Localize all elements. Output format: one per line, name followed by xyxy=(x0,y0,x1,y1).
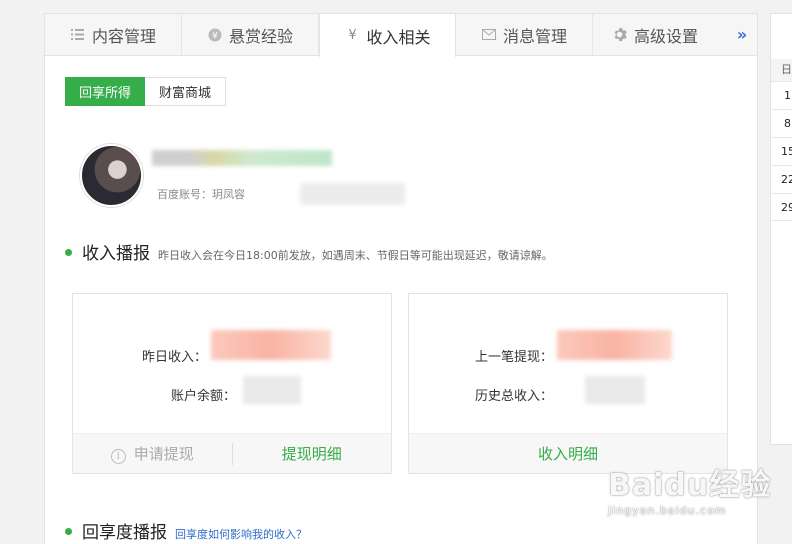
calendar-day[interactable]: 29 xyxy=(771,193,792,221)
username-redacted xyxy=(152,150,332,166)
withdraw-detail-link[interactable]: 提现明细 xyxy=(233,443,392,464)
section-title: 收入播报 xyxy=(82,244,150,264)
tab-label: 高级设置 xyxy=(633,26,698,46)
last-withdraw-label: 上一笔提现： xyxy=(474,350,553,365)
subtab-shared-earnings[interactable]: 回享所得 xyxy=(65,77,146,106)
section-note: 昨日收入会在今日18:00前发放，如遇周末、节假日等可能出现延迟，敬请谅解。 xyxy=(158,249,553,262)
list-icon xyxy=(70,27,86,43)
share-help-link[interactable]: 回享度如何影响我的收入？ xyxy=(175,526,307,542)
tab-label: 消息管理 xyxy=(502,26,567,46)
balance-redacted xyxy=(243,376,301,404)
calendar-day[interactable]: 15 xyxy=(771,137,792,165)
coin-icon: ¥ xyxy=(207,27,223,43)
more-tabs-button[interactable]: » xyxy=(727,14,757,55)
svg-text:¥: ¥ xyxy=(212,31,218,41)
total-income-label: 历史总收入： xyxy=(474,389,553,404)
balance-label: 账户余额： xyxy=(170,389,236,404)
bullet-dot xyxy=(65,528,72,535)
section-title: 回享度播报 xyxy=(82,523,167,543)
bullet-dot xyxy=(65,249,72,256)
withdraw-card: 昨日收入： 账户余额： i 申请提现 提现明细 xyxy=(72,293,392,474)
calendar-day[interactable]: 8 xyxy=(771,109,792,137)
total-income-redacted xyxy=(585,376,645,404)
top-tab-bar: 内容管理 ¥ 悬赏经验 ¥ 收入相关 消息管理 高级设置 » xyxy=(44,13,758,57)
watermark-url: jingyan.baidu.com xyxy=(608,504,727,517)
last-withdraw-redacted xyxy=(557,330,672,360)
apply-withdraw-button[interactable]: i 申请提现 xyxy=(73,443,232,464)
calendar-day[interactable]: 1 xyxy=(771,81,792,109)
tab-income[interactable]: ¥ 收入相关 xyxy=(319,14,456,57)
mail-icon xyxy=(481,27,497,43)
info-icon: i xyxy=(110,449,126,464)
account-label: 百度账号：玥凤容 xyxy=(157,188,245,201)
tab-label: 收入相关 xyxy=(366,27,431,47)
user-info-redacted xyxy=(300,183,405,205)
income-section-heading: 收入播报 昨日收入会在今日18:00前发放，如遇周末、节假日等可能出现延迟，敬请… xyxy=(65,239,553,264)
card-footer: i 申请提现 提现明细 xyxy=(73,433,391,473)
tab-advanced-settings[interactable]: 高级设置 xyxy=(593,14,717,55)
yen-icon: ¥ xyxy=(348,28,357,43)
income-card: 上一笔提现： 历史总收入： 收入明细 xyxy=(408,293,728,474)
yesterday-income-redacted xyxy=(211,330,331,360)
calendar-widget: 日 1 8 15 22 29 xyxy=(770,13,792,445)
tab-reward-experience[interactable]: ¥ 悬赏经验 xyxy=(182,14,319,55)
calendar-header: 日 xyxy=(771,59,792,81)
apply-withdraw-label: 申请提现 xyxy=(133,445,194,463)
calendar-day[interactable]: 22 xyxy=(771,165,792,193)
tab-label: 内容管理 xyxy=(91,26,156,46)
avatar[interactable] xyxy=(80,144,143,207)
gear-icon xyxy=(612,27,628,43)
sub-tab-bar: 回享所得 财富商城 xyxy=(65,77,227,106)
tab-message-management[interactable]: 消息管理 xyxy=(456,14,593,55)
share-section-heading: 回享度播报 回享度如何影响我的收入？ xyxy=(65,518,307,543)
watermark: Baidu经验 jingyan.baidu.com xyxy=(608,460,771,517)
tab-label: 悬赏经验 xyxy=(228,26,293,46)
yesterday-income-label: 昨日收入： xyxy=(141,350,207,365)
subtab-wealth-mall[interactable]: 财富商城 xyxy=(145,77,227,106)
tab-content-management[interactable]: 内容管理 xyxy=(45,14,182,55)
watermark-logo: Baidu经验 xyxy=(608,468,772,503)
